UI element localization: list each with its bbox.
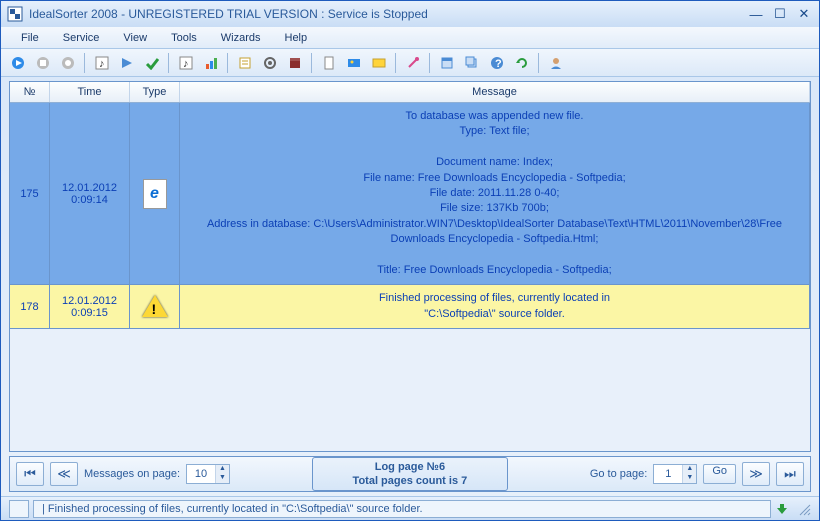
- prev-page-button[interactable]: ≪: [50, 462, 78, 486]
- spin-down-icon[interactable]: ▼: [215, 474, 229, 483]
- app-window: IdealSorter 2008 - UNREGISTERED TRIAL VE…: [0, 0, 820, 521]
- cell-time: 12.01.2012 0:09:14: [50, 103, 130, 284]
- document-icon[interactable]: [318, 52, 340, 74]
- stop-icon[interactable]: [32, 52, 54, 74]
- cell-type: [130, 103, 180, 284]
- header-type[interactable]: Type: [130, 82, 180, 102]
- header-message[interactable]: Message: [180, 82, 810, 102]
- wand-icon[interactable]: [402, 52, 424, 74]
- goto-spinner[interactable]: ▲▼: [653, 464, 697, 484]
- goto-label: Go to page:: [590, 468, 648, 480]
- next-page-button[interactable]: ≫: [742, 462, 770, 486]
- menu-file[interactable]: File: [9, 30, 51, 46]
- refresh-icon[interactable]: [511, 52, 533, 74]
- gear-icon[interactable]: [259, 52, 281, 74]
- titlebar: IdealSorter 2008 - UNREGISTERED TRIAL VE…: [1, 1, 819, 27]
- svg-text:?: ?: [495, 58, 502, 70]
- cell-message: To database was appended new file. Type:…: [180, 103, 810, 284]
- svg-text:♪: ♪: [99, 58, 105, 70]
- menu-service[interactable]: Service: [51, 30, 112, 46]
- messages-input[interactable]: [187, 468, 215, 480]
- cell-number: 175: [10, 103, 50, 284]
- svg-text:♪: ♪: [183, 58, 189, 70]
- play-icon[interactable]: [7, 52, 29, 74]
- grid-body[interactable]: 17512.01.2012 0:09:14 To database was app…: [10, 103, 810, 451]
- toolbar-separator: [84, 53, 86, 73]
- grid-header: № Time Type Message: [10, 82, 810, 103]
- help-icon[interactable]: ?: [486, 52, 508, 74]
- edit-icon[interactable]: [234, 52, 256, 74]
- check-icon[interactable]: [141, 52, 163, 74]
- archive-icon[interactable]: [284, 52, 306, 74]
- user-icon[interactable]: [545, 52, 567, 74]
- close-button[interactable]: ✕: [795, 7, 813, 21]
- ie-file-icon: [143, 179, 167, 209]
- menu-tools[interactable]: Tools: [159, 30, 209, 46]
- toolbar-separator: [538, 53, 540, 73]
- spin-up-icon[interactable]: ▲: [215, 465, 229, 474]
- table-row[interactable]: 17812.01.2012 0:09:15 Finished processing…: [10, 285, 810, 329]
- record-icon[interactable]: [57, 52, 79, 74]
- pager-info-line2: Total pages count is 7: [353, 474, 468, 488]
- toolbar-separator: [227, 53, 229, 73]
- pager-info: Log page №6 Total pages count is 7: [312, 457, 509, 492]
- chart-icon[interactable]: [200, 52, 222, 74]
- last-page-button[interactable]: ⏭: [776, 462, 804, 486]
- table-row[interactable]: 17512.01.2012 0:09:14 To database was app…: [10, 103, 810, 285]
- app-icon: [7, 6, 23, 22]
- window-title: IdealSorter 2008 - UNREGISTERED TRIAL VE…: [29, 7, 747, 21]
- music-note-icon[interactable]: ♪: [91, 52, 113, 74]
- arrow-icon[interactable]: [116, 52, 138, 74]
- toolbar-separator: [395, 53, 397, 73]
- spin-down-icon[interactable]: ▼: [682, 474, 696, 483]
- menu-view[interactable]: View: [111, 30, 159, 46]
- toolbar-separator: [168, 53, 170, 73]
- cell-time: 12.01.2012 0:09:15: [50, 285, 130, 328]
- pager: ⏮ ≪ Messages on page: ▲▼ Log page №6 Tot…: [9, 456, 811, 492]
- windows-icon[interactable]: [461, 52, 483, 74]
- toolbar-separator: [311, 53, 313, 73]
- image-icon[interactable]: [343, 52, 365, 74]
- messages-spinner[interactable]: ▲▼: [186, 464, 230, 484]
- minimize-button[interactable]: —: [747, 7, 765, 21]
- first-page-button[interactable]: ⏮: [16, 462, 44, 486]
- music-file-icon[interactable]: ♪: [175, 52, 197, 74]
- pager-info-line1: Log page №6: [353, 460, 468, 474]
- cell-type: [130, 285, 180, 328]
- cell-message: Finished processing of files, currently …: [180, 285, 810, 328]
- picture-icon[interactable]: [368, 52, 390, 74]
- goto-input[interactable]: [654, 468, 682, 480]
- status-text: | Finished processing of files, currentl…: [33, 500, 771, 518]
- menubar: File Service View Tools Wizards Help: [1, 27, 819, 49]
- statusbar: | Finished processing of files, currentl…: [1, 496, 819, 520]
- messages-label: Messages on page:: [84, 468, 180, 480]
- window-icon[interactable]: [436, 52, 458, 74]
- status-indicator: [9, 500, 29, 518]
- menu-wizards[interactable]: Wizards: [209, 30, 273, 46]
- menu-help[interactable]: Help: [273, 30, 320, 46]
- header-number[interactable]: №: [10, 82, 50, 102]
- resize-grip-icon[interactable]: [797, 502, 811, 516]
- maximize-button[interactable]: ☐: [771, 7, 789, 21]
- toolbar-separator: [429, 53, 431, 73]
- log-grid: № Time Type Message 17512.01.2012 0:09:1…: [9, 81, 811, 452]
- warning-icon: [142, 295, 168, 319]
- toolbar: ♪ ♪ ?: [1, 49, 819, 77]
- header-time[interactable]: Time: [50, 82, 130, 102]
- spin-up-icon[interactable]: ▲: [682, 465, 696, 474]
- cell-number: 178: [10, 285, 50, 328]
- download-icon[interactable]: [775, 502, 789, 516]
- go-button[interactable]: Go: [703, 464, 736, 484]
